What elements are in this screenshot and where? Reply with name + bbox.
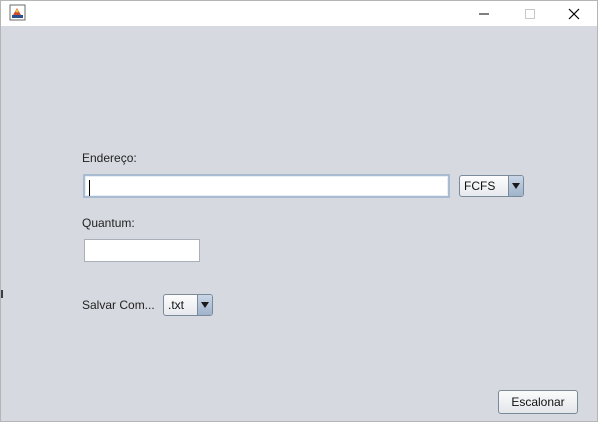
algorithm-dropdown-arrow[interactable]: [508, 176, 523, 196]
escalonar-button[interactable]: Escalonar: [498, 390, 578, 414]
text-caret: [89, 180, 90, 196]
format-dropdown-arrow[interactable]: [197, 295, 212, 315]
minimize-icon: [479, 13, 489, 14]
salvar-com-label: Salvar Com...: [82, 298, 155, 312]
maximize-button[interactable]: [507, 1, 553, 26]
endereco-input[interactable]: [83, 174, 450, 198]
window-edge-mark: [1, 290, 3, 298]
chevron-down-icon: [512, 183, 520, 189]
algorithm-selected-value: FCFS: [464, 179, 496, 193]
algorithm-select[interactable]: FCFS: [459, 175, 524, 197]
close-button[interactable]: [551, 1, 597, 26]
format-selected-value: .txt: [168, 298, 185, 312]
format-select[interactable]: .txt: [163, 294, 213, 316]
app-window: Endereço: FCFS Quantum: Salvar Com... .t…: [0, 0, 598, 422]
endereco-label: Endereço:: [82, 151, 137, 165]
quantum-input[interactable]: [84, 239, 200, 262]
chevron-down-icon: [201, 302, 209, 308]
close-icon: [568, 8, 580, 19]
java-app-icon: [9, 4, 26, 21]
minimize-button[interactable]: [461, 1, 507, 26]
maximize-icon: [525, 8, 535, 19]
quantum-label: Quantum:: [82, 216, 135, 230]
title-bar: [1, 1, 597, 26]
